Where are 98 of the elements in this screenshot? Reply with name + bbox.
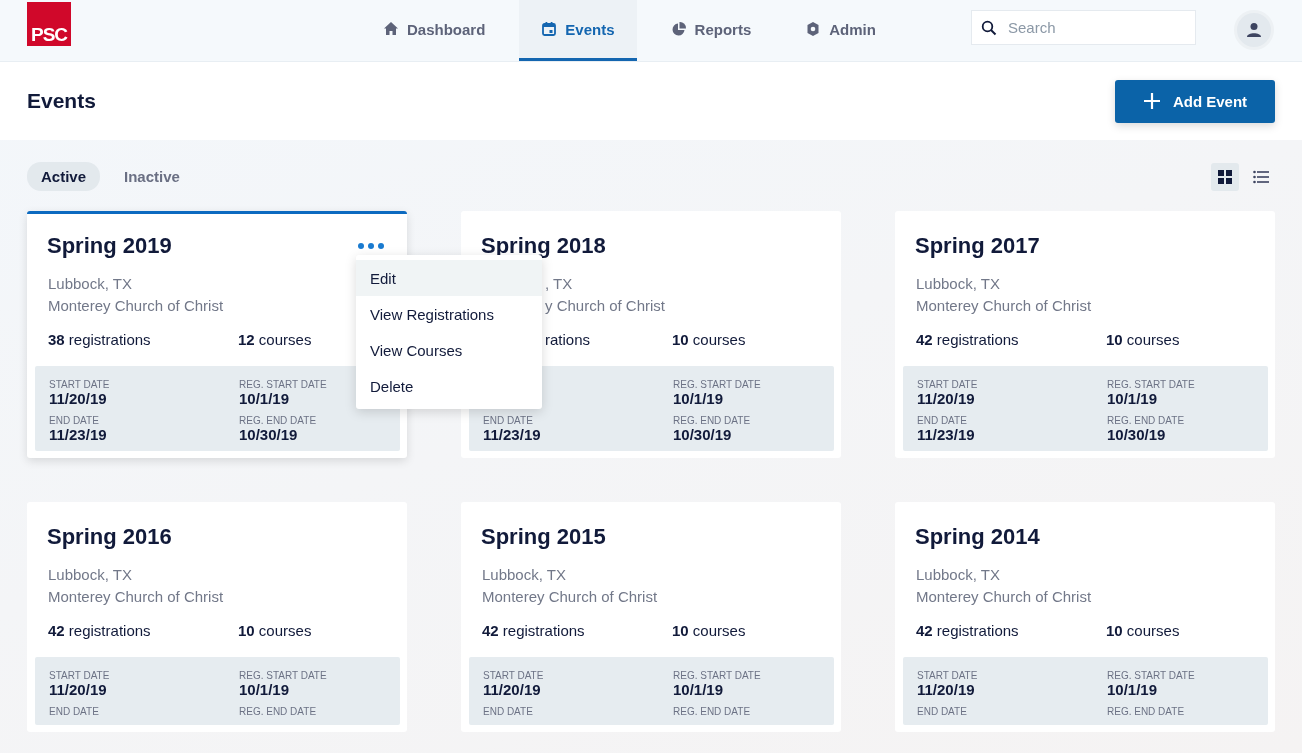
date-label: START DATE — [917, 379, 978, 390]
event-venue: Monterey Church of Christ — [916, 296, 1092, 316]
date-value: 10/1/19 — [1107, 390, 1158, 407]
plus-icon — [1142, 92, 1161, 110]
date-value: 11/23/19 — [917, 426, 975, 443]
date-value: 10/30/19 — [673, 426, 732, 443]
date-value: 10/1/19 — [673, 390, 724, 407]
date-label: START DATE — [49, 670, 110, 681]
date-label: REG. END DATE — [673, 706, 751, 717]
date-label: END DATE — [49, 706, 99, 717]
user-icon — [1246, 22, 1262, 38]
registrations-count: 42 registrations — [916, 331, 1019, 348]
date-value: 10/1/19 — [239, 390, 290, 407]
grid-icon — [1218, 169, 1232, 184]
date-label: END DATE — [483, 706, 533, 717]
event-location: Lubbock, TX — [482, 565, 566, 585]
date-label: START DATE — [49, 379, 110, 390]
event-location: Lubbock, TX — [916, 565, 1000, 585]
event-location: , TX — [545, 274, 573, 294]
event-card[interactable]: Spring 2014 Lubbock, TX Monterey Church of Christ 42 registrations 10 courses START DATE 11/20/19 REG. START DATE 10/1/19 END DATE REG. END DATE — [895, 502, 1275, 732]
date-value: 11/20/19 — [917, 390, 975, 407]
event-title: Spring 2017 — [915, 233, 1040, 259]
event-title: Spring 2016 — [47, 524, 172, 550]
date-label: REG. END DATE — [239, 415, 317, 426]
filter-tab[interactable]: Inactive — [110, 162, 194, 191]
home-icon — [383, 21, 399, 37]
date-label: END DATE — [917, 706, 967, 717]
date-value: 11/20/19 — [483, 681, 541, 698]
event-card[interactable]: Spring 2016 Lubbock, TX Monterey Church of Christ 42 registrations 10 courses START DATE 11/20/19 REG. START DATE 10/1/19 END DATE REG. END DATE — [27, 502, 407, 732]
date-value: 11/20/19 — [917, 681, 975, 698]
courses-count: 12 courses — [238, 331, 312, 348]
courses-count: 10 courses — [672, 622, 746, 639]
search-field[interactable]: Search — [971, 10, 1196, 45]
registrations-count: 42 registrations — [48, 622, 151, 639]
date-value: 10/1/19 — [1107, 681, 1158, 698]
logo[interactable]: PSC — [27, 2, 71, 46]
event-title: Spring 2019 — [47, 233, 172, 259]
date-label: REG. START DATE — [239, 670, 327, 681]
date-value: 11/20/19 — [49, 681, 107, 698]
gear-icon — [805, 21, 822, 37]
registrations-count: 42 registrations — [916, 622, 1019, 639]
event-title: Spring 2018 — [481, 233, 606, 259]
courses-count: 10 courses — [672, 331, 746, 348]
menu-item[interactable]: Edit — [356, 260, 542, 296]
date-label: START DATE — [917, 670, 978, 681]
courses-count: 10 courses — [1106, 331, 1180, 348]
date-value: 10/30/19 — [239, 426, 298, 443]
courses-count: 10 courses — [238, 622, 312, 639]
list-icon — [1253, 169, 1269, 184]
event-venue: Monterey Church of Christ — [482, 587, 658, 607]
date-label: REG. START DATE — [1107, 379, 1195, 390]
date-value: 10/1/19 — [673, 681, 724, 698]
add-event-button[interactable]: Add Event — [1115, 79, 1275, 123]
event-location: Lubbock, TX — [916, 274, 1000, 294]
registrations-count: 38 registrations — [48, 331, 151, 348]
date-label: REG. END DATE — [1107, 415, 1185, 426]
filter-tab[interactable]: Active — [27, 162, 101, 191]
event-location: Lubbock, TX — [48, 565, 132, 585]
date-label: REG. START DATE — [1107, 670, 1195, 681]
user-avatar[interactable] — [1234, 10, 1274, 50]
date-label: REG. END DATE — [239, 706, 317, 717]
date-label: REG. END DATE — [1107, 706, 1185, 717]
date-value: 11/20/19 — [49, 390, 107, 407]
event-venue: Monterey Church of Christ — [48, 296, 224, 316]
event-venue: Monterey Church of Christ — [916, 587, 1092, 607]
more-icon — [357, 242, 385, 250]
event-venue: Monterey Church of Christ — [48, 587, 224, 607]
date-label: REG. END DATE — [673, 415, 751, 426]
page-title: Events — [27, 89, 96, 113]
event-card[interactable]: Spring 2015 Lubbock, TX Monterey Church of Christ 42 registrations 10 courses START DATE 11/20/19 REG. START DATE 10/1/19 END DATE REG. END DATE — [461, 502, 841, 732]
date-label: END DATE — [917, 415, 967, 426]
nav-tab[interactable]: Reports — [650, 0, 772, 61]
date-label: REG. START DATE — [673, 670, 761, 681]
nav-tab[interactable]: Admin — [785, 0, 896, 61]
courses-count: 10 courses — [1106, 622, 1180, 639]
date-label: REG. START DATE — [673, 379, 761, 390]
date-value: 10/30/19 — [1107, 426, 1166, 443]
calendar-icon — [541, 21, 558, 37]
more-button[interactable] — [355, 240, 387, 252]
event-venue: y Church of Christ — [545, 296, 666, 316]
registrations-count: rations — [545, 331, 591, 348]
date-value: 11/23/19 — [49, 426, 107, 443]
nav-tab[interactable]: Dashboard — [363, 0, 506, 61]
date-value: 10/1/19 — [239, 681, 290, 698]
event-title: Spring 2015 — [481, 524, 606, 550]
event-location: Lubbock, TX — [48, 274, 132, 294]
nav-tab[interactable]: Events — [519, 0, 637, 61]
grid-view-button[interactable] — [1211, 162, 1239, 191]
date-label: END DATE — [483, 415, 533, 426]
date-label: END DATE — [49, 415, 99, 426]
search-icon — [981, 20, 997, 36]
event-card[interactable]: Spring 2017 Lubbock, TX Monterey Church of Christ 42 registrations 10 courses START DATE 11/20/19 REG. START DATE 10/1/19 END DATE 11/23/19 REG. END DATE 10/30/19 — [895, 211, 1275, 458]
date-label: REG. START DATE — [239, 379, 327, 390]
pie-chart-icon — [670, 21, 687, 37]
event-title: Spring 2014 — [915, 524, 1040, 550]
date-value: 11/23/19 — [483, 426, 541, 443]
registrations-count: 42 registrations — [482, 622, 585, 639]
date-label: START DATE — [483, 670, 544, 681]
